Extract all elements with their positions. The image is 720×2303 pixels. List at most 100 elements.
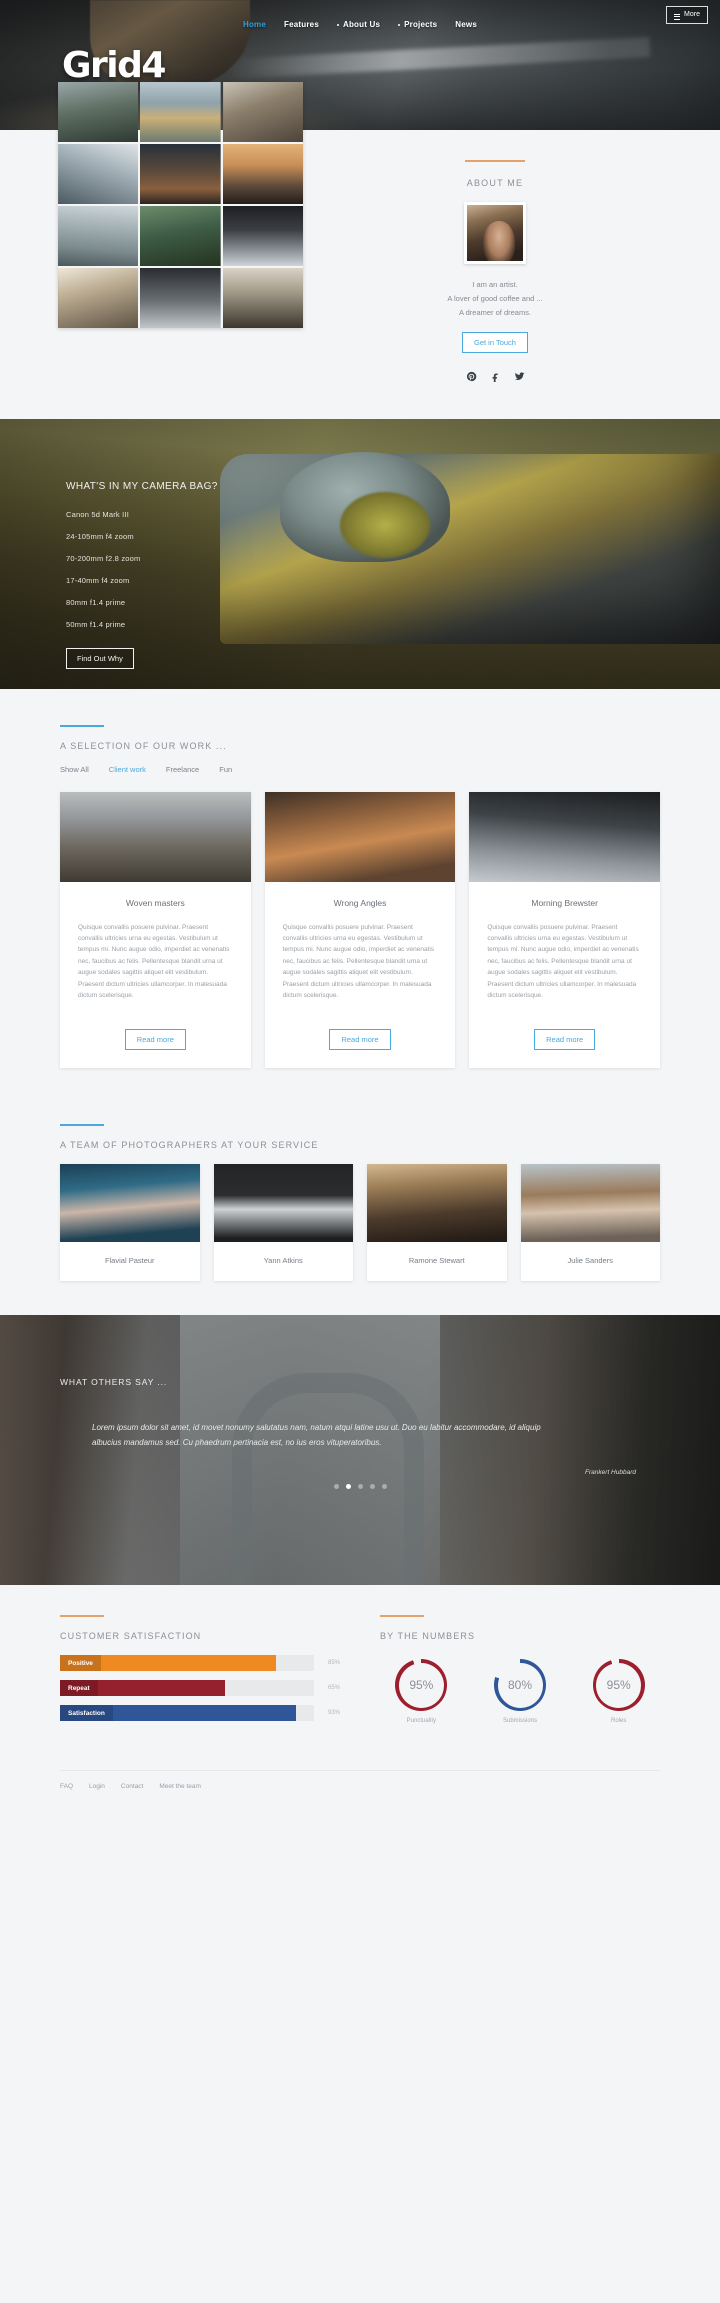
read-more-button[interactable]: Read more <box>534 1029 596 1051</box>
progress-label: Satisfaction <box>60 1705 113 1722</box>
filter-freelance[interactable]: Freelance <box>166 765 199 774</box>
bullet-icon <box>336 23 339 26</box>
get-in-touch-button[interactable]: Get in Touch <box>462 331 528 353</box>
progress-percent: 93% <box>327 1710 340 1717</box>
nav-item-home[interactable]: Home <box>243 20 266 29</box>
carousel-dot-active[interactable] <box>345 1483 351 1489</box>
member-name: Ramone Stewart <box>408 1256 465 1266</box>
footer-link-contact[interactable]: Contact <box>121 1783 143 1790</box>
team-member[interactable]: Yann Atkins <box>213 1164 353 1282</box>
facebook-icon <box>492 373 498 382</box>
find-out-why-button[interactable]: Find Out Why <box>66 647 134 669</box>
ring-gauge: 95% <box>592 1659 645 1712</box>
grid-photo[interactable] <box>222 268 303 328</box>
footer-link-login[interactable]: Login <box>89 1783 105 1790</box>
progress-fill: Satisfaction <box>60 1705 297 1722</box>
section-divider <box>60 724 104 727</box>
camera-bag-list: Canon 5d Mark III 24-105mm f4 zoom 70-20… <box>66 510 720 629</box>
carousel-dot[interactable] <box>369 1483 375 1489</box>
progress-track: Positive <box>60 1655 314 1672</box>
section-divider <box>60 1124 104 1127</box>
footer-link-meet-the-team[interactable]: Meet the team <box>159 1783 201 1790</box>
filter-show-all[interactable]: Show All <box>60 765 89 774</box>
carousel-dot[interactable] <box>381 1483 387 1489</box>
camera-bag-section: WHAT'S IN MY CAMERA BAG? Canon 5d Mark I… <box>0 418 720 689</box>
portfolio-card[interactable]: Woven masters Quisque convallis posuere … <box>60 791 251 1069</box>
camera-bag-item: 24-105mm f4 zoom <box>66 531 134 541</box>
carousel-dot[interactable] <box>333 1483 339 1489</box>
portfolio-section: A SELECTION OF OUR WORK ... Show All Cli… <box>0 688 720 1099</box>
member-name: Yann Atkins <box>263 1256 303 1266</box>
ring-value: 80% <box>497 1662 543 1708</box>
progress-percent: 65% <box>327 1685 340 1692</box>
camera-bag-item: 70-200mm f2.8 zoom <box>66 553 141 563</box>
grid-photo[interactable] <box>58 144 139 204</box>
numbers-title: BY THE NUMBERS <box>380 1631 476 1642</box>
portfolio-card[interactable]: Morning Brewster Quisque convallis posue… <box>469 791 661 1069</box>
grid-photo[interactable] <box>58 82 139 142</box>
team-member[interactable]: Julie Sanders <box>520 1164 660 1282</box>
nav-label: Features <box>284 20 319 29</box>
nav-item-news[interactable]: News <box>455 20 477 29</box>
bullet-icon <box>398 23 401 26</box>
team-member[interactable]: Flavial Pasteur <box>60 1164 200 1282</box>
brand-logo: Grid4 <box>62 45 166 86</box>
team-member[interactable]: Ramone Stewart <box>367 1164 507 1282</box>
stat-ring: 80% Submissions <box>479 1659 562 1724</box>
nav-item-features[interactable]: Features <box>284 20 319 29</box>
carousel-dot[interactable] <box>357 1483 363 1489</box>
footer: FAQ Login Contact Meet the team <box>0 1756 720 1809</box>
read-more-button[interactable]: Read more <box>329 1029 391 1051</box>
pinterest-link[interactable] <box>466 369 477 387</box>
filter-client-work[interactable]: Client work <box>109 765 146 774</box>
grid-photo[interactable] <box>140 206 221 266</box>
card-thumbnail <box>469 791 661 882</box>
about-me-block: ABOUT ME I am an artist. A lover of good… <box>330 130 660 387</box>
read-more-button[interactable]: Read more <box>124 1029 186 1051</box>
progress-track: Satisfaction <box>60 1705 314 1722</box>
member-photo <box>520 1164 660 1243</box>
progress-fill: Repeat <box>60 1680 226 1697</box>
more-button[interactable]: More <box>666 6 708 24</box>
ring-gauge: 80% <box>494 1659 546 1712</box>
testimonial-section: WHAT OTHERS SAY ... Lorem ipsum dolor si… <box>0 1315 720 1586</box>
ring-value: 95% <box>398 1662 444 1708</box>
about-title: ABOUT ME <box>466 178 524 188</box>
grid-photo[interactable] <box>140 82 221 142</box>
grid-photo[interactable] <box>140 144 221 204</box>
stats-section: CUSTOMER SATISFACTION Positive 85% Repea… <box>0 1585 720 1757</box>
grid-photo[interactable] <box>58 268 139 328</box>
twitter-link[interactable] <box>514 369 525 387</box>
filter-fun[interactable]: Fun <box>219 765 232 774</box>
portfolio-card[interactable]: Wrong Angles Quisque convallis posuere p… <box>264 791 456 1069</box>
camera-bag-item: 50mm f1.4 prime <box>66 619 126 629</box>
member-photo <box>367 1164 507 1243</box>
camera-bag-item: 17-40mm f4 zoom <box>66 575 130 585</box>
progress-bar-row: Positive 85% <box>60 1655 340 1672</box>
member-photo <box>213 1164 353 1243</box>
card-body: Quisque convallis posuere pulvinar. Prae… <box>282 923 435 999</box>
card-title: Wrong Angles <box>333 897 387 908</box>
grid-about-section: ABOUT ME I am an artist. A lover of good… <box>0 82 720 419</box>
progress-bars: Positive 85% Repeat 65% Satisfaction 93% <box>60 1655 340 1722</box>
nav-label: News <box>455 20 477 29</box>
member-name: Flavial Pasteur <box>104 1256 155 1266</box>
grid-photo[interactable] <box>222 144 303 204</box>
about-line-1: I am an artist. <box>472 280 518 289</box>
grid-photo[interactable] <box>140 268 221 328</box>
portfolio-cards: Woven masters Quisque convallis posuere … <box>60 791 661 1069</box>
card-thumbnail <box>264 791 456 882</box>
nav-item-projects[interactable]: Projects <box>398 20 437 29</box>
nav-item-about-us[interactable]: About Us <box>336 20 380 29</box>
grid-photo[interactable] <box>58 206 139 266</box>
ring-label: Submissions <box>503 1718 538 1725</box>
testimonial-quote: Lorem ipsum dolor sit amet, id movet non… <box>92 1423 541 1448</box>
progress-percent: 85% <box>327 1660 340 1667</box>
satisfaction-column: CUSTOMER SATISFACTION Positive 85% Repea… <box>60 1615 340 1730</box>
camera-bag-title: WHAT'S IN MY CAMERA BAG? <box>66 480 218 492</box>
footer-link-faq[interactable]: FAQ <box>60 1783 73 1790</box>
section-divider <box>380 1615 424 1618</box>
grid-photo[interactable] <box>222 206 303 266</box>
facebook-link[interactable] <box>490 369 501 387</box>
grid-photo[interactable] <box>222 82 303 142</box>
